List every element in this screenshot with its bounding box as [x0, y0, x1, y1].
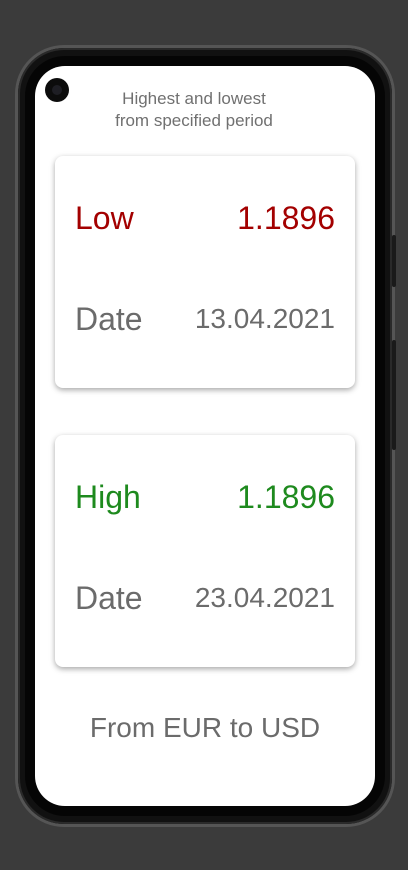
volume-button [392, 340, 396, 450]
low-date-row: Date 13.04.2021 [75, 297, 335, 341]
high-label: High [75, 478, 141, 515]
header-line-1: Highest and lowest [122, 89, 266, 108]
app-screen: Highest and lowest from specified period… [35, 66, 375, 806]
low-rate-card: Low 1.1896 Date 13.04.2021 [55, 156, 355, 388]
low-value: 1.1896 [237, 199, 335, 236]
low-date-label: Date [75, 300, 143, 337]
low-label: Low [75, 199, 134, 236]
high-value: 1.1896 [237, 478, 335, 515]
low-value-row: Low 1.1896 [75, 196, 335, 240]
page-header: Highest and lowest from specified period [35, 88, 353, 132]
header-line-2: from specified period [115, 111, 273, 130]
currency-pair-label: From EUR to USD [89, 712, 321, 743]
high-value-row: High 1.1896 [75, 475, 335, 519]
low-date-value: 13.04.2021 [194, 303, 335, 334]
high-date-label: Date [75, 579, 143, 616]
high-date-row: Date 23.04.2021 [75, 576, 335, 620]
power-button [392, 235, 396, 287]
high-rate-card: High 1.1896 Date 23.04.2021 [55, 435, 355, 667]
high-date-value: 23.04.2021 [194, 582, 335, 613]
